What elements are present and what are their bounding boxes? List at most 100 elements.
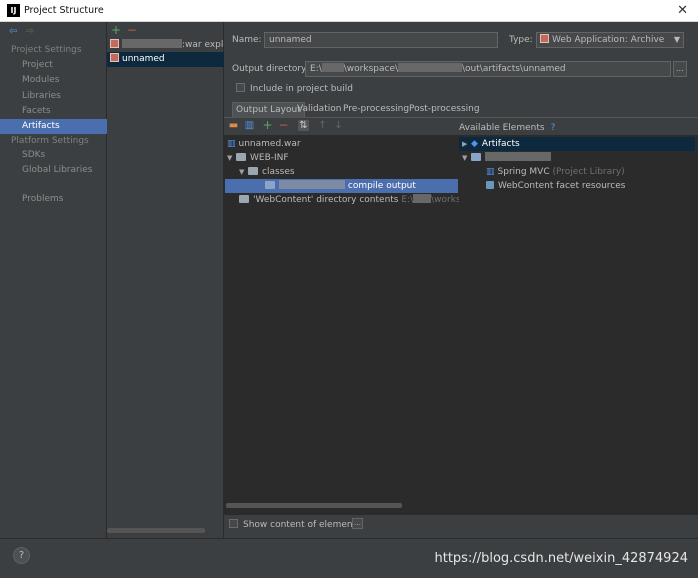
output-directory-input[interactable]: E:\ \workspace\ \out\artifacts\unnamed <box>305 61 671 77</box>
add-archive-icon[interactable]: ▥ <box>244 120 255 131</box>
output-layout-tree[interactable]: ▥ unnamed.war ▼ WEB-INF ▼ classes compile o… <box>224 135 482 515</box>
type-select-value: Web Application: Archive <box>552 35 665 45</box>
tree-node-label: Artifacts <box>481 139 520 149</box>
tree-node-label: compile output <box>347 181 416 191</box>
tab-divider <box>224 117 698 118</box>
redacted-module <box>279 180 345 189</box>
tree-node-web-inf[interactable]: ▼ WEB-INF <box>227 151 289 165</box>
avail-node-spring-mvc[interactable]: ▥ Spring MVC (Project Library) <box>486 165 625 179</box>
avail-node-artifacts[interactable]: ▶ ◆ Artifacts <box>459 137 695 151</box>
artifact-item-war-exploded[interactable]: :war exploded <box>107 38 224 53</box>
available-elements-tree[interactable]: ▶ ◆ Artifacts ▼ ▥ Spring MVC (Project Libra… <box>459 135 698 515</box>
nav-item-global-libraries[interactable]: Global Libraries <box>0 163 107 178</box>
collapse-arrow-icon[interactable]: ▶ <box>462 137 471 151</box>
move-up-icon[interactable]: ↑ <box>317 120 328 131</box>
include-in-build-checkbox[interactable]: Include in project build <box>236 83 353 94</box>
watermark-url: https://blog.csdn.net/weixin_42874924 <box>434 551 688 566</box>
tree-node-note: (Project Library) <box>552 167 625 177</box>
nav-item-libraries[interactable]: Libraries <box>0 89 107 104</box>
remove-artifact-button[interactable]: − <box>127 23 137 37</box>
browse-output-directory-button[interactable]: ... <box>673 61 687 77</box>
add-element-button[interactable]: + <box>262 119 273 131</box>
war-artifact-icon <box>540 34 549 43</box>
create-directory-icon[interactable]: ▬ <box>228 120 239 131</box>
nav-item-artifacts[interactable]: Artifacts <box>0 119 107 134</box>
list-horizontal-scrollbar[interactable] <box>107 528 205 533</box>
artifacts-list-panel: + − :war exploded unnamed <box>107 22 224 538</box>
expand-arrow-icon[interactable]: ▼ <box>227 151 236 165</box>
back-arrow-icon[interactable]: ⇦ <box>9 26 17 37</box>
sort-elements-icon[interactable]: ⇅ <box>298 120 309 131</box>
web-resources-icon <box>486 181 494 189</box>
tree-node-label: classes <box>262 167 295 177</box>
forward-arrow-icon[interactable]: ⇨ <box>26 26 34 37</box>
avail-node-webcontent-resources[interactable]: WebContent facet resources <box>486 179 625 193</box>
nav-item-project[interactable]: Project <box>0 58 107 73</box>
output-dir-workspace: \workspace\ <box>343 64 399 74</box>
tree-node-label: Spring MVC <box>497 167 550 177</box>
artifact-item-label: unnamed <box>122 54 165 64</box>
tree-node-path: E:\ <box>401 195 414 205</box>
artifact-item-label: :war exploded <box>182 40 224 50</box>
output-dir-tail: \out\artifacts\unnamed <box>462 64 566 74</box>
type-label: Type: <box>509 35 533 45</box>
archive-icon: ▥ <box>227 139 236 149</box>
nav-item-facets[interactable]: Facets <box>0 104 107 119</box>
chevron-down-icon: ▼ <box>673 35 680 44</box>
show-content-label: Show content of elements <box>243 520 361 530</box>
dialog-footer: ? https://blog.csdn.net/weixin_42874924 <box>0 538 698 578</box>
tree-node-war-root[interactable]: ▥ unnamed.war <box>227 137 301 151</box>
tree-node-label: WEB-INF <box>250 153 289 163</box>
checkbox-box[interactable] <box>229 519 238 528</box>
artifact-item-unnamed[interactable]: unnamed <box>107 52 224 67</box>
type-select[interactable]: Web Application: Archive ▼ <box>536 32 684 48</box>
artifact-config-panel: Name: unnamed Type: Web Application: Arc… <box>224 22 698 538</box>
tree-horizontal-scrollbar[interactable] <box>226 503 402 508</box>
library-icon: ▥ <box>486 167 495 177</box>
folder-icon <box>248 167 258 175</box>
expand-arrow-icon[interactable]: ▼ <box>239 165 248 179</box>
available-elements-title: Available Elements <box>459 123 545 133</box>
window-title: Project Structure <box>24 5 104 16</box>
tab-post-processing[interactable]: Post-processing <box>406 102 483 117</box>
platform-settings-heading: Platform Settings <box>11 136 89 146</box>
redacted-name <box>122 39 182 48</box>
tree-node-label: WebContent facet resources <box>498 181 626 191</box>
add-artifact-button[interactable]: + <box>111 23 121 37</box>
name-input[interactable]: unnamed <box>264 32 498 48</box>
expand-arrow-icon[interactable]: ▼ <box>462 151 471 165</box>
move-down-icon[interactable]: ↓ <box>333 120 344 131</box>
settings-nav: ⇦ ⇨ Project Settings Project Modules Lib… <box>0 22 107 538</box>
artifacts-icon: ◆ <box>471 139 478 149</box>
help-button[interactable]: ? <box>13 547 30 564</box>
available-elements-help-icon[interactable]: ? <box>551 123 556 133</box>
show-content-options-button[interactable]: … <box>352 518 363 529</box>
tab-validation[interactable]: Validation <box>294 102 344 117</box>
tree-node-label: 'WebContent' directory contents <box>253 195 399 205</box>
redacted-path <box>321 63 344 72</box>
intellij-logo-icon: IJ <box>7 4 20 17</box>
tree-node-label: unnamed.war <box>238 139 301 149</box>
nav-item-problems[interactable]: Problems <box>0 192 107 207</box>
remove-element-button[interactable]: − <box>278 119 289 131</box>
title-bar: IJ Project Structure ✕ <box>0 0 698 22</box>
redacted-path <box>398 63 463 72</box>
nav-item-sdks[interactable]: SDKs <box>0 148 107 163</box>
tree-node-compile-output[interactable]: compile output <box>225 179 458 193</box>
folder-icon <box>236 153 246 161</box>
output-directory-label: Output directory: <box>232 64 309 74</box>
checkbox-box[interactable] <box>236 83 245 92</box>
avail-node-module[interactable]: ▼ <box>462 151 551 165</box>
redacted-path <box>413 194 432 203</box>
tree-node-classes[interactable]: ▼ classes <box>239 165 295 179</box>
redacted-module <box>485 152 551 161</box>
war-artifact-icon <box>110 53 119 62</box>
module-icon <box>471 153 481 161</box>
close-window-button[interactable]: ✕ <box>677 3 688 18</box>
nav-item-modules[interactable]: Modules <box>0 73 107 88</box>
module-output-icon <box>265 181 275 189</box>
tree-node-webcontent[interactable]: 'WebContent' directory contents E:\ \work… <box>239 193 482 207</box>
include-in-build-label: Include in project build <box>250 84 353 94</box>
show-content-checkbox[interactable]: Show content of elements <box>229 519 361 530</box>
tab-pre-processing[interactable]: Pre-processing <box>340 102 412 117</box>
